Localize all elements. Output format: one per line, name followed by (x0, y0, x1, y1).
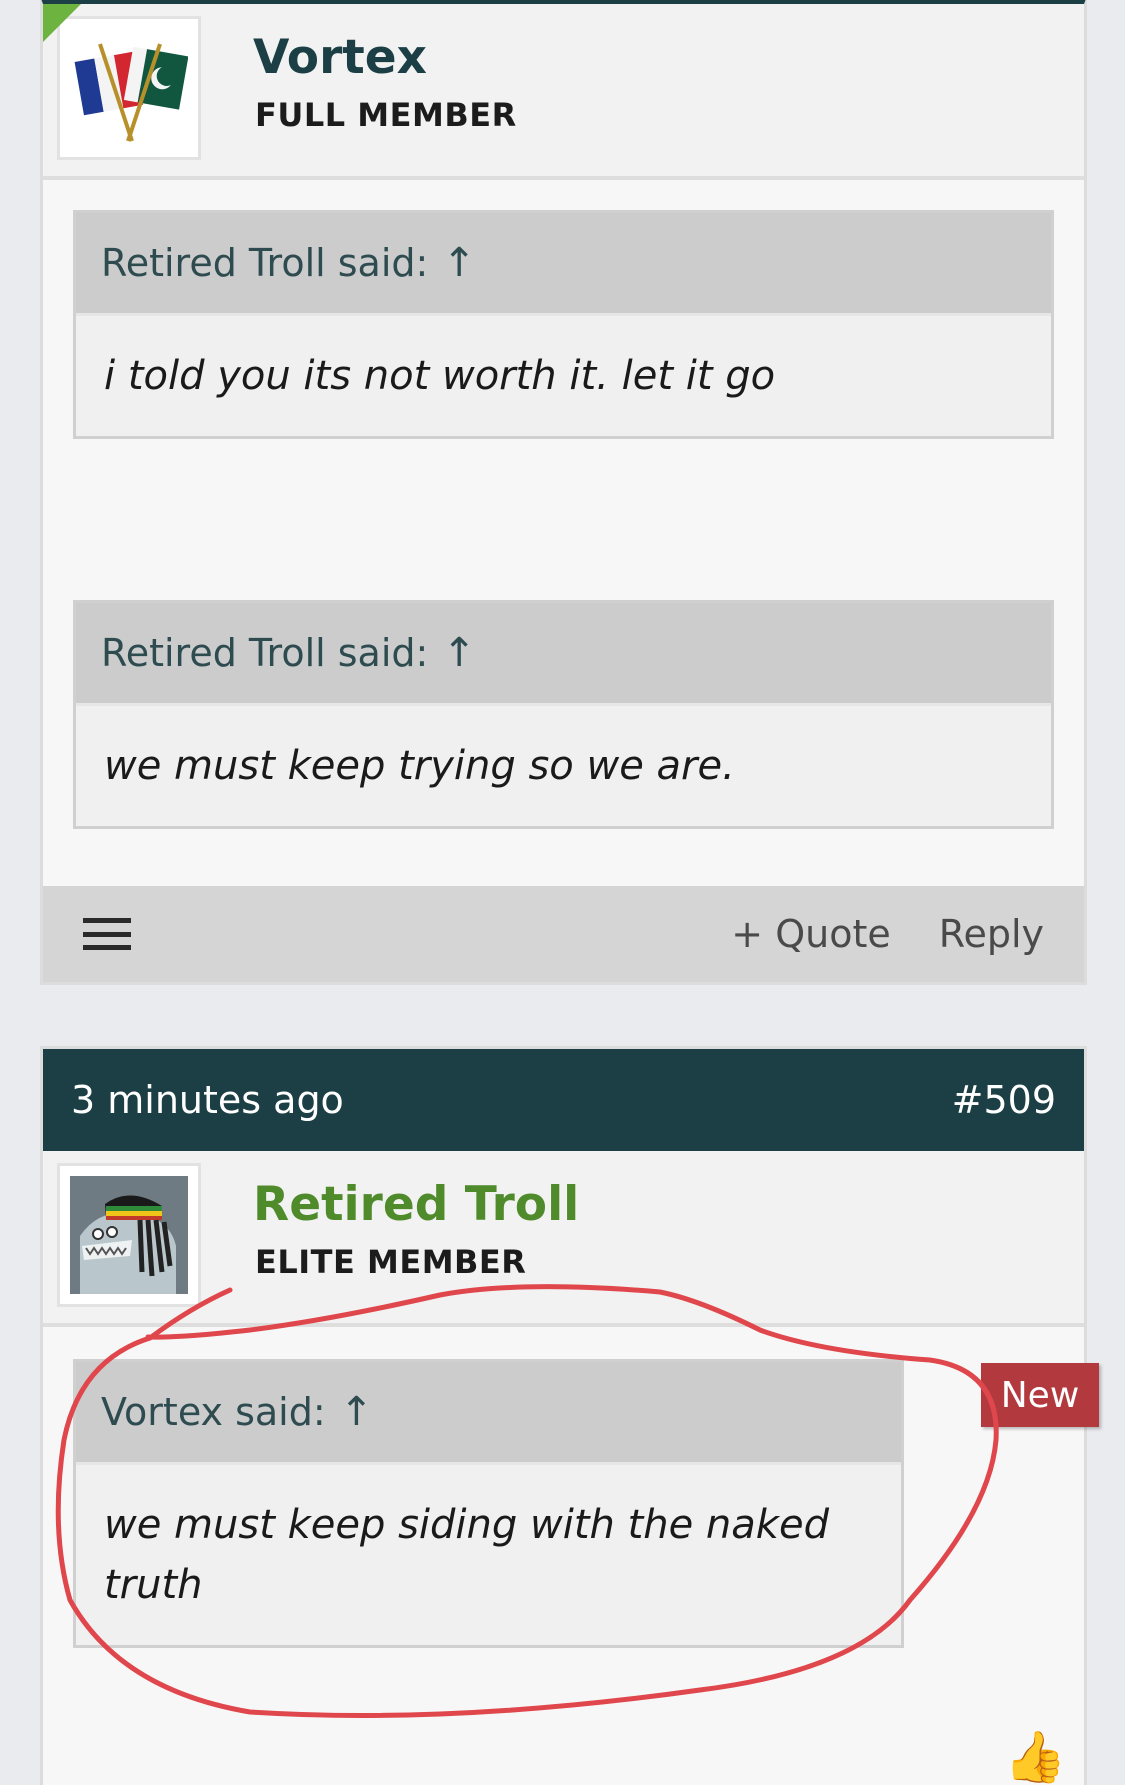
new-post-badge: New (981, 1363, 1099, 1427)
quote-author: Retired Troll said: (101, 241, 429, 285)
quote-block: Retired Troll said: ↑ we must keep tryin… (73, 600, 1054, 829)
post-user-info: Vortex FULL MEMBER (43, 4, 1084, 180)
avatar[interactable] (57, 1163, 201, 1307)
flags-avatar-icon (70, 29, 189, 147)
quote-header: Retired Troll said: ↑ (76, 603, 1051, 703)
username[interactable]: Retired Troll (253, 1177, 579, 1232)
jump-to-post-icon[interactable]: ↑ (442, 240, 476, 286)
quote-text: we must keep trying so we are. (76, 703, 1051, 826)
post-user-info: Retired Troll ELITE MEMBER (43, 1151, 1084, 1327)
user-title: FULL MEMBER (255, 96, 517, 134)
quote-button[interactable]: + Quote (731, 912, 890, 956)
post-header: 3 minutes ago #509 (43, 1049, 1084, 1151)
quote-author: Retired Troll said: (101, 631, 429, 675)
online-indicator (43, 4, 81, 42)
quote-block: Vortex said: ↑ we must keep siding with … (73, 1359, 904, 1648)
post-time: 3 minutes ago (71, 1078, 344, 1122)
quote-block: Retired Troll said: ↑ i told you its not… (73, 210, 1054, 439)
hamburger-menu-icon[interactable] (83, 918, 131, 950)
post-vortex: Vortex FULL MEMBER Retired Troll said: ↑… (40, 0, 1087, 985)
post-actions: + Quote Reply (731, 912, 1044, 956)
reply-button[interactable]: Reply (939, 912, 1044, 956)
thumbs-up-icon[interactable]: 👍 (1004, 1728, 1066, 1785)
quote-text: we must keep siding with the naked truth (76, 1462, 901, 1645)
quote-author: Vortex said: (101, 1390, 326, 1434)
jump-to-post-icon[interactable]: ↑ (340, 1389, 374, 1435)
user-title: ELITE MEMBER (255, 1243, 527, 1281)
username[interactable]: Vortex (253, 30, 427, 85)
quote-header: Retired Troll said: ↑ (76, 213, 1051, 313)
troll-shark-avatar-icon (70, 1176, 188, 1294)
quote-header: Vortex said: ↑ (76, 1362, 901, 1462)
post-number-link[interactable]: #509 (952, 1078, 1056, 1122)
post-footer: + Quote Reply (43, 886, 1084, 982)
quote-text: i told you its not worth it. let it go (76, 313, 1051, 436)
jump-to-post-icon[interactable]: ↑ (442, 630, 476, 676)
post-retired-troll: 3 minutes ago #509 Retired Troll ELITE M… (40, 1046, 1087, 1785)
